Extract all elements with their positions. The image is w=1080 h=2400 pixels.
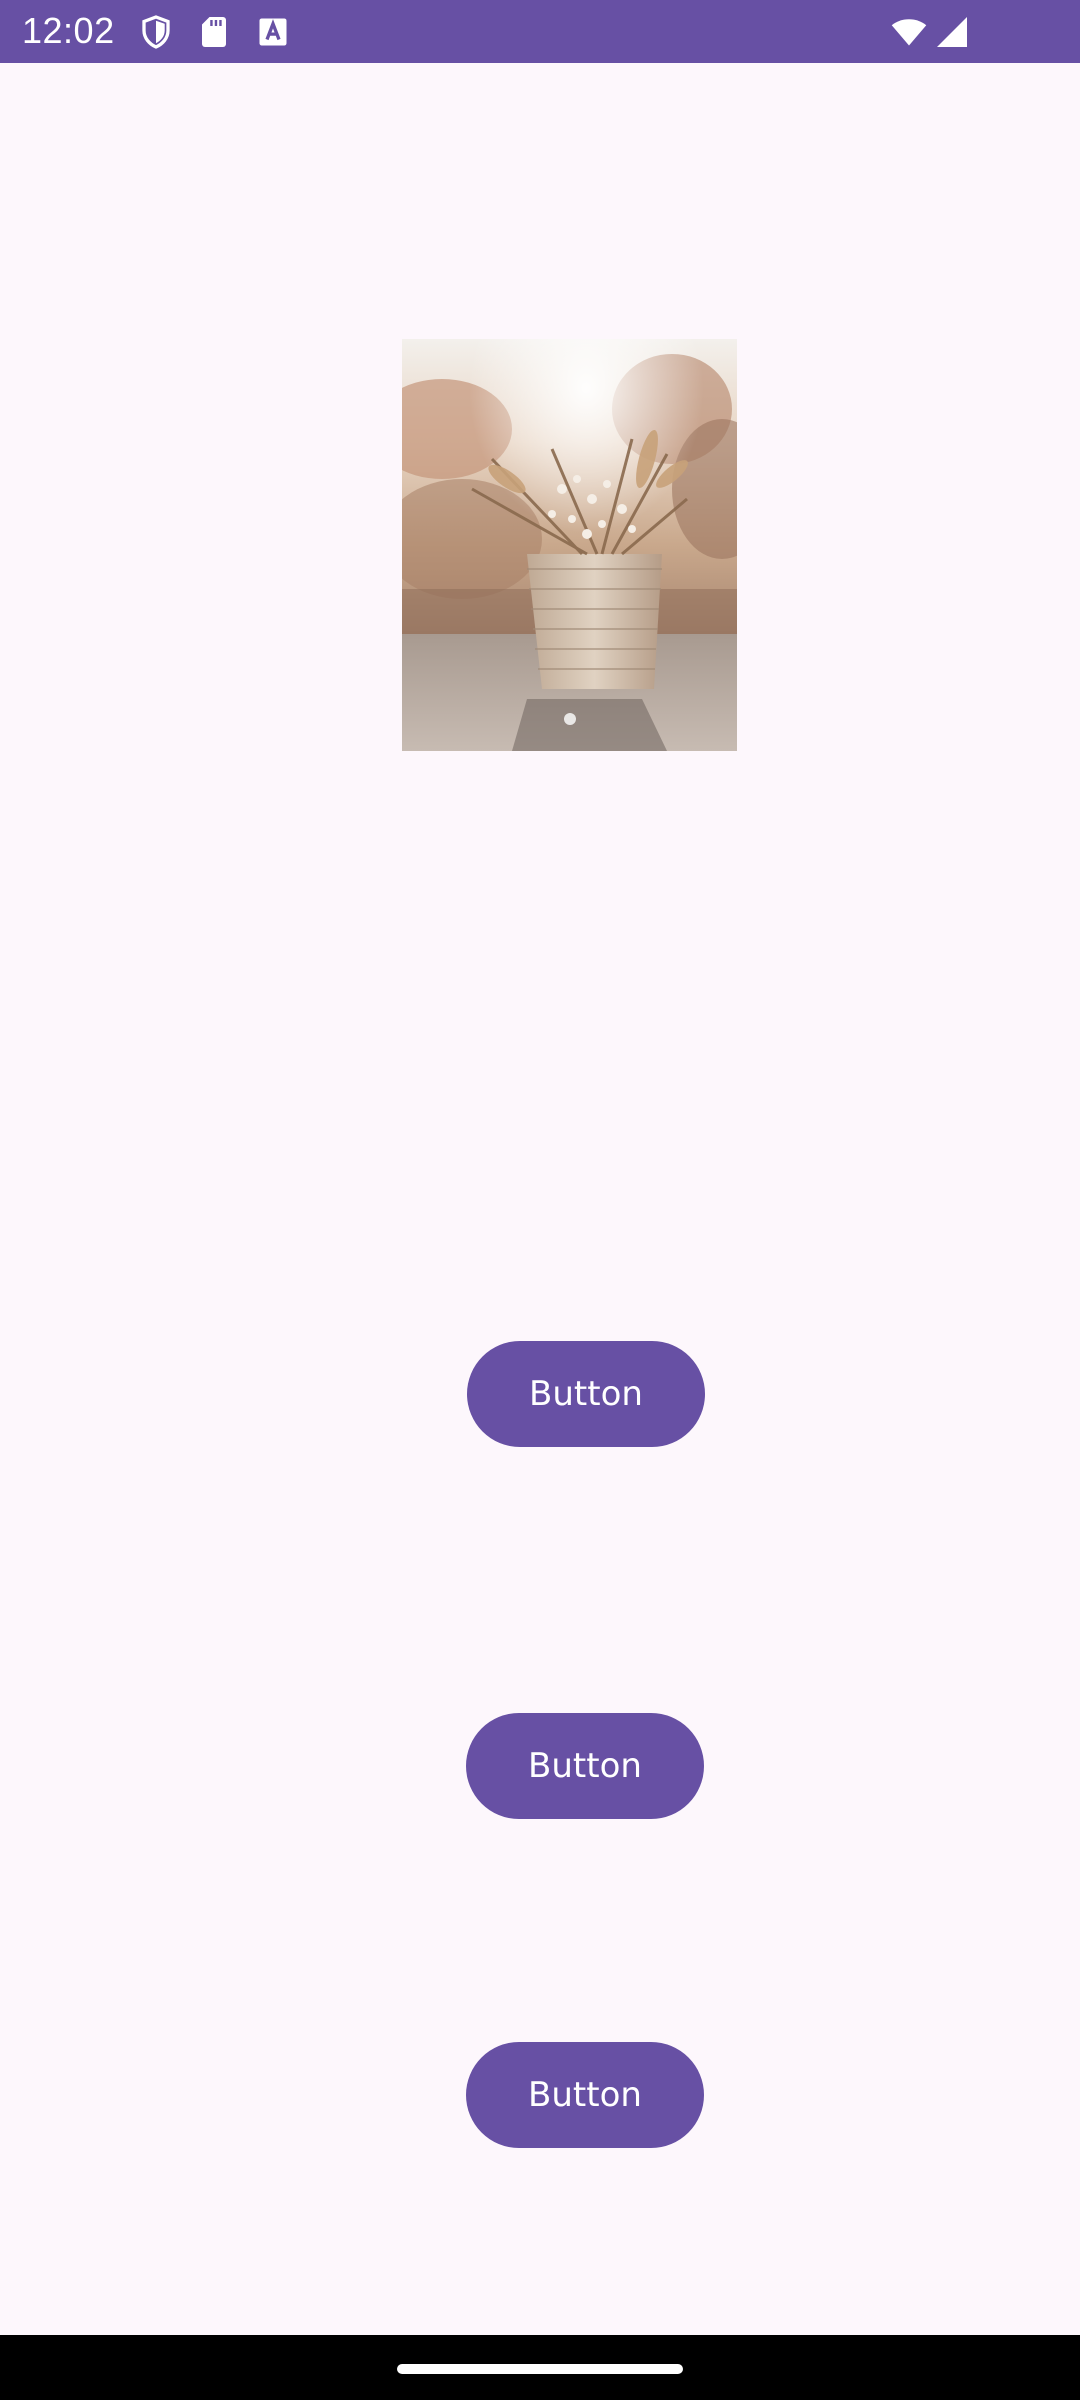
text-a-icon (255, 14, 291, 50)
status-time: 12:02 (22, 10, 115, 51)
home-gesture-handle[interactable] (397, 2364, 683, 2374)
signal-icon (934, 14, 970, 50)
button-1[interactable]: Button (467, 1341, 705, 1447)
sd-card-icon (196, 14, 232, 50)
shield-icon (138, 14, 174, 50)
button-3[interactable]: Button (466, 2042, 704, 2148)
wifi-icon (889, 14, 929, 50)
app-screen: 12:02 Button Button Button (0, 0, 1080, 2400)
basket-flowers-image (402, 339, 737, 751)
button-2[interactable]: Button (466, 1713, 704, 1819)
status-bar: 12:02 (0, 0, 1080, 63)
